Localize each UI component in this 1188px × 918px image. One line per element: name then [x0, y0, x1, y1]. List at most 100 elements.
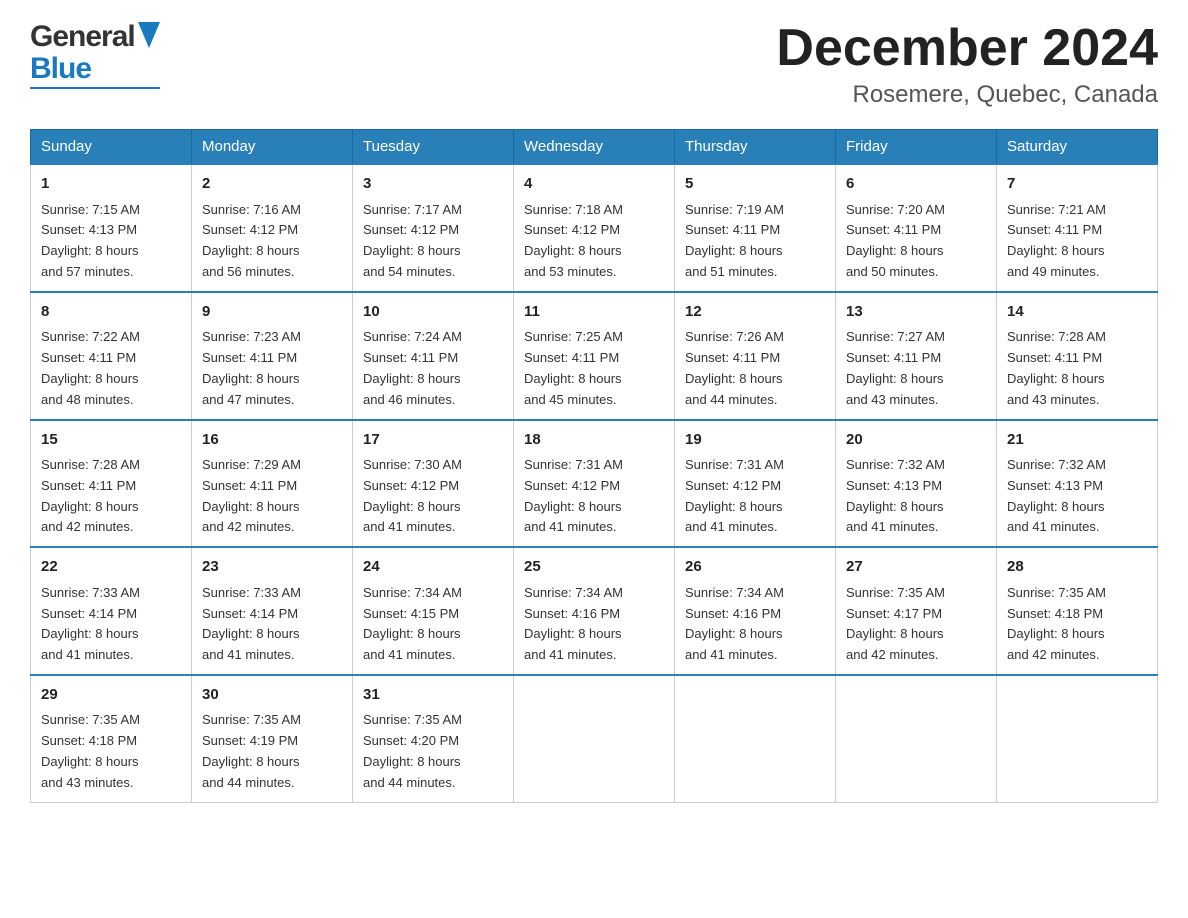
weekday-header-wednesday: Wednesday	[514, 130, 675, 165]
day-info: Sunrise: 7:35 AMSunset: 4:17 PMDaylight:…	[846, 583, 986, 666]
day-cell: 29 Sunrise: 7:35 AMSunset: 4:18 PMDayligh…	[31, 675, 192, 802]
day-cell: 5 Sunrise: 7:19 AMSunset: 4:11 PMDaylight…	[675, 164, 836, 292]
day-number: 30	[202, 684, 342, 707]
day-info: Sunrise: 7:35 AMSunset: 4:18 PMDaylight:…	[41, 710, 181, 793]
day-number: 16	[202, 429, 342, 452]
day-info: Sunrise: 7:25 AMSunset: 4:11 PMDaylight:…	[524, 327, 664, 410]
day-info: Sunrise: 7:34 AMSunset: 4:16 PMDaylight:…	[524, 583, 664, 666]
day-cell: 20 Sunrise: 7:32 AMSunset: 4:13 PMDayligh…	[836, 420, 997, 548]
day-number: 2	[202, 173, 342, 196]
day-cell: 9 Sunrise: 7:23 AMSunset: 4:11 PMDaylight…	[192, 292, 353, 420]
day-cell: 17 Sunrise: 7:30 AMSunset: 4:12 PMDayligh…	[353, 420, 514, 548]
day-cell: 4 Sunrise: 7:18 AMSunset: 4:12 PMDaylight…	[514, 164, 675, 292]
week-row-2: 8 Sunrise: 7:22 AMSunset: 4:11 PMDaylight…	[31, 292, 1158, 420]
day-info: Sunrise: 7:16 AMSunset: 4:12 PMDaylight:…	[202, 200, 342, 283]
day-info: Sunrise: 7:20 AMSunset: 4:11 PMDaylight:…	[846, 200, 986, 283]
day-info: Sunrise: 7:27 AMSunset: 4:11 PMDaylight:…	[846, 327, 986, 410]
week-row-3: 15 Sunrise: 7:28 AMSunset: 4:11 PMDayligh…	[31, 420, 1158, 548]
day-number: 13	[846, 301, 986, 324]
logo-blue-text: Blue	[30, 52, 91, 86]
weekday-header-thursday: Thursday	[675, 130, 836, 165]
weekday-header-monday: Monday	[192, 130, 353, 165]
day-cell: 31Sunrise: 7:35 AMSunset: 4:20 PMDayligh…	[353, 675, 514, 802]
day-info: Sunrise: 7:35 AMSunset: 4:19 PMDaylight:…	[202, 710, 342, 793]
day-cell: 27 Sunrise: 7:35 AMSunset: 4:17 PMDayligh…	[836, 547, 997, 675]
day-info: Sunrise: 7:21 AMSunset: 4:11 PMDaylight:…	[1007, 200, 1147, 283]
day-info: Sunrise: 7:19 AMSunset: 4:11 PMDaylight:…	[685, 200, 825, 283]
day-info: Sunrise: 7:33 AMSunset: 4:14 PMDaylight:…	[202, 583, 342, 666]
day-number: 11	[524, 301, 664, 324]
title-block: December 2024 Rosemere, Quebec, Canada	[776, 20, 1158, 109]
day-cell: 22 Sunrise: 7:33 AMSunset: 4:14 PMDayligh…	[31, 547, 192, 675]
day-info: Sunrise: 7:34 AMSunset: 4:15 PMDaylight:…	[363, 583, 503, 666]
day-cell	[836, 675, 997, 802]
calendar-table: SundayMondayTuesdayWednesdayThursdayFrid…	[30, 129, 1158, 802]
day-number: 28	[1007, 556, 1147, 579]
day-info: Sunrise: 7:32 AMSunset: 4:13 PMDaylight:…	[846, 455, 986, 538]
weekday-header-saturday: Saturday	[997, 130, 1158, 165]
day-cell: 3Sunrise: 7:17 AMSunset: 4:12 PMDaylight…	[353, 164, 514, 292]
location-title: Rosemere, Quebec, Canada	[776, 81, 1158, 109]
day-number: 29	[41, 684, 181, 707]
day-info: Sunrise: 7:28 AMSunset: 4:11 PMDaylight:…	[1007, 327, 1147, 410]
day-number: 3	[363, 173, 503, 196]
week-row-1: 1 Sunrise: 7:15 AMSunset: 4:13 PMDaylight…	[31, 164, 1158, 292]
day-cell: 8 Sunrise: 7:22 AMSunset: 4:11 PMDaylight…	[31, 292, 192, 420]
weekday-header-friday: Friday	[836, 130, 997, 165]
day-number: 27	[846, 556, 986, 579]
day-number: 20	[846, 429, 986, 452]
day-cell: 23 Sunrise: 7:33 AMSunset: 4:14 PMDayligh…	[192, 547, 353, 675]
weekday-header-tuesday: Tuesday	[353, 130, 514, 165]
logo-arrow-icon	[138, 22, 160, 53]
day-number: 8	[41, 301, 181, 324]
day-info: Sunrise: 7:24 AMSunset: 4:11 PMDaylight:…	[363, 327, 503, 410]
day-number: 4	[524, 173, 664, 196]
weekday-header-row: SundayMondayTuesdayWednesdayThursdayFrid…	[31, 130, 1158, 165]
day-cell: 26Sunrise: 7:34 AMSunset: 4:16 PMDayligh…	[675, 547, 836, 675]
day-cell	[997, 675, 1158, 802]
day-cell	[675, 675, 836, 802]
day-number: 19	[685, 429, 825, 452]
day-number: 22	[41, 556, 181, 579]
day-number: 14	[1007, 301, 1147, 324]
day-number: 17	[363, 429, 503, 452]
day-info: Sunrise: 7:31 AMSunset: 4:12 PMDaylight:…	[524, 455, 664, 538]
weekday-header-sunday: Sunday	[31, 130, 192, 165]
page-header: General Blue December 2024 Rosemere, Que…	[30, 20, 1158, 109]
day-info: Sunrise: 7:33 AMSunset: 4:14 PMDaylight:…	[41, 583, 181, 666]
day-cell: 28 Sunrise: 7:35 AMSunset: 4:18 PMDayligh…	[997, 547, 1158, 675]
day-cell: 7Sunrise: 7:21 AMSunset: 4:11 PMDaylight…	[997, 164, 1158, 292]
day-cell: 1 Sunrise: 7:15 AMSunset: 4:13 PMDaylight…	[31, 164, 192, 292]
day-info: Sunrise: 7:35 AMSunset: 4:18 PMDaylight:…	[1007, 583, 1147, 666]
day-cell: 2 Sunrise: 7:16 AMSunset: 4:12 PMDaylight…	[192, 164, 353, 292]
day-cell	[514, 675, 675, 802]
day-number: 6	[846, 173, 986, 196]
day-number: 26	[685, 556, 825, 579]
day-number: 23	[202, 556, 342, 579]
day-cell: 6 Sunrise: 7:20 AMSunset: 4:11 PMDaylight…	[836, 164, 997, 292]
day-number: 24	[363, 556, 503, 579]
day-cell: 13 Sunrise: 7:27 AMSunset: 4:11 PMDayligh…	[836, 292, 997, 420]
day-number: 12	[685, 301, 825, 324]
day-info: Sunrise: 7:31 AMSunset: 4:12 PMDaylight:…	[685, 455, 825, 538]
week-row-4: 22 Sunrise: 7:33 AMSunset: 4:14 PMDayligh…	[31, 547, 1158, 675]
day-info: Sunrise: 7:22 AMSunset: 4:11 PMDaylight:…	[41, 327, 181, 410]
month-title: December 2024	[776, 20, 1158, 77]
day-cell: 18Sunrise: 7:31 AMSunset: 4:12 PMDayligh…	[514, 420, 675, 548]
day-number: 21	[1007, 429, 1147, 452]
day-cell: 12Sunrise: 7:26 AMSunset: 4:11 PMDayligh…	[675, 292, 836, 420]
day-cell: 14 Sunrise: 7:28 AMSunset: 4:11 PMDayligh…	[997, 292, 1158, 420]
day-number: 9	[202, 301, 342, 324]
day-info: Sunrise: 7:18 AMSunset: 4:12 PMDaylight:…	[524, 200, 664, 283]
day-info: Sunrise: 7:30 AMSunset: 4:12 PMDaylight:…	[363, 455, 503, 538]
day-cell: 16Sunrise: 7:29 AMSunset: 4:11 PMDayligh…	[192, 420, 353, 548]
day-info: Sunrise: 7:15 AMSunset: 4:13 PMDaylight:…	[41, 200, 181, 283]
day-info: Sunrise: 7:23 AMSunset: 4:11 PMDaylight:…	[202, 327, 342, 410]
week-row-5: 29 Sunrise: 7:35 AMSunset: 4:18 PMDayligh…	[31, 675, 1158, 802]
day-number: 5	[685, 173, 825, 196]
day-number: 15	[41, 429, 181, 452]
day-number: 1	[41, 173, 181, 196]
day-info: Sunrise: 7:28 AMSunset: 4:11 PMDaylight:…	[41, 455, 181, 538]
day-number: 31	[363, 684, 503, 707]
logo: General Blue	[30, 20, 160, 89]
